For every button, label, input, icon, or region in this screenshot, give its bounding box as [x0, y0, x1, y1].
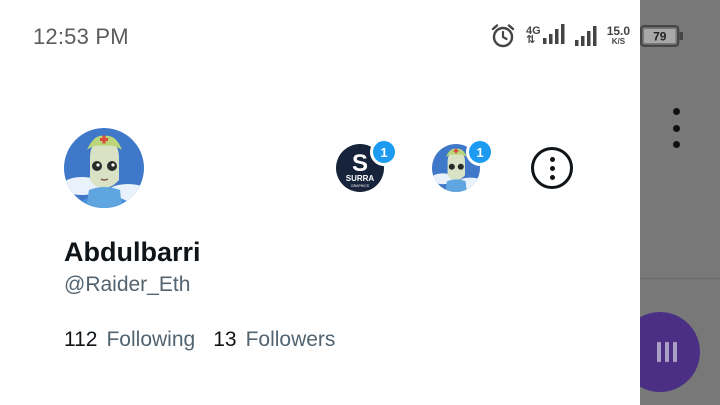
background-more-icon	[666, 108, 686, 148]
status-time: 12:53 PM	[33, 24, 129, 49]
divider	[640, 278, 720, 279]
profile-avatar[interactable]	[64, 128, 144, 208]
mobile-data-indicator: 4G ⇅	[526, 23, 565, 49]
more-options-button[interactable]	[531, 147, 573, 189]
network-speed-unit: K/S	[611, 37, 626, 46]
following-count[interactable]: 112	[64, 328, 97, 352]
switch-account-second[interactable]: 1	[432, 138, 494, 192]
account-logo-name: SURRA	[346, 174, 375, 183]
followers-count[interactable]: 13	[213, 328, 236, 352]
network-arrows: ⇅	[526, 34, 536, 46]
account-logo-sub: GRAPHICS	[351, 184, 370, 188]
fab-icon	[657, 342, 677, 362]
network-speed: 15.0 K/S	[607, 25, 630, 47]
following-link[interactable]: Following	[106, 328, 195, 352]
notification-badge: 1	[466, 138, 494, 166]
battery-level: 79	[653, 30, 667, 44]
follow-stats: 112 Following 13 Followers	[64, 328, 353, 352]
display-name[interactable]: Abdulbarri	[64, 237, 201, 268]
account-drawer: 12:53 PM 4G ⇅ 15.0 K/S 79 S SURRA GRAPHI…	[0, 0, 684, 405]
user-handle: @Raider_Eth	[64, 273, 191, 296]
signal-icon	[574, 26, 597, 46]
status-icons: 4G ⇅ 15.0 K/S 79	[490, 22, 684, 50]
network-speed-value: 15.0	[606, 24, 631, 38]
battery-icon: 79	[640, 25, 684, 47]
alarm-icon	[490, 23, 516, 49]
svg-text:S: S	[352, 150, 368, 177]
switch-account-surra[interactable]: S SURRA GRAPHICS 1	[336, 138, 398, 192]
followers-link[interactable]: Followers	[246, 328, 336, 352]
notification-badge: 1	[370, 138, 398, 166]
signal-icon	[542, 23, 565, 49]
